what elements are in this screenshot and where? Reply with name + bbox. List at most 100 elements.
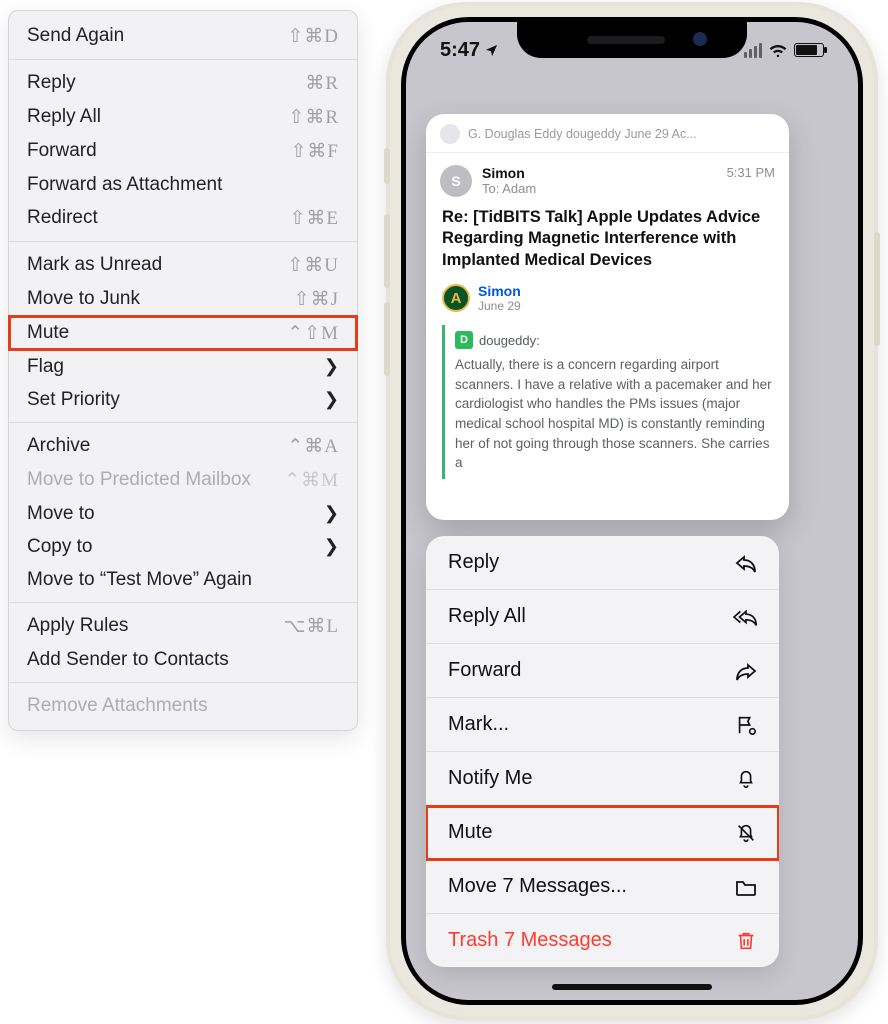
menu-item-move-to[interactable]: Move to ❯ xyxy=(9,497,357,530)
preview-header: S Simon To: Adam 5:31 PM xyxy=(426,153,789,205)
bezel: 5:47 G. Douglas Eddy dougeddy June 29 Ac… xyxy=(401,17,863,1005)
sheet-item-move[interactable]: Move 7 Messages... xyxy=(426,860,779,914)
sheet-item-forward[interactable]: Forward xyxy=(426,644,779,698)
menu-label: Set Priority xyxy=(27,389,120,411)
menu-shortcut: ⌘R xyxy=(305,72,339,95)
menu-shortcut: ⌃⌘A xyxy=(287,435,339,458)
forward-icon xyxy=(733,661,759,681)
wifi-icon xyxy=(768,43,788,58)
menu-shortcut: ⇧⌘E xyxy=(289,207,339,230)
to-label: To: xyxy=(482,181,499,196)
menu-item-move-junk[interactable]: Move to Junk ⇧⌘J xyxy=(9,282,357,316)
menu-separator xyxy=(9,422,357,423)
quote-body: Actually, there is a concern regarding a… xyxy=(455,355,773,472)
power-button xyxy=(874,232,880,346)
status-bar: 5:47 xyxy=(406,30,858,70)
bell-off-icon xyxy=(733,822,759,844)
message-time: 5:31 PM xyxy=(727,165,775,197)
mac-context-menu: Send Again ⇧⌘D Reply ⌘R Reply All ⇧⌘R Fo… xyxy=(8,10,358,731)
preview-top-line: G. Douglas Eddy dougeddy June 29 Ac... xyxy=(468,127,697,141)
menu-separator xyxy=(9,241,357,242)
status-time: 5:47 xyxy=(440,39,480,62)
menu-item-mute[interactable]: Mute ⌃⇧M xyxy=(9,316,357,350)
menu-shortcut: ⇧⌘D xyxy=(287,25,339,48)
menu-shortcut: ⌃⌘M xyxy=(284,469,339,492)
reply-all-icon xyxy=(733,607,759,627)
quote-author: dougeddy: xyxy=(479,333,540,348)
menu-label: Reply xyxy=(27,72,76,94)
sheet-label: Forward xyxy=(448,659,521,682)
sheet-item-mute[interactable]: Mute xyxy=(426,806,779,860)
menu-label: Move to Junk xyxy=(27,288,140,310)
sender-avatar: S xyxy=(440,165,472,197)
menu-item-apply-rules[interactable]: Apply Rules ⌥⌘L xyxy=(9,609,357,643)
sheet-item-trash[interactable]: Trash 7 Messages xyxy=(426,914,779,967)
menu-item-reply-all[interactable]: Reply All ⇧⌘R xyxy=(9,100,357,134)
iphone-device: 5:47 G. Douglas Eddy dougeddy June 29 Ac… xyxy=(386,2,878,1020)
sheet-label: Mute xyxy=(448,821,492,844)
sheet-item-reply-all[interactable]: Reply All xyxy=(426,590,779,644)
reply-icon xyxy=(733,553,759,573)
quote-block: D dougeddy: Actually, there is a concern… xyxy=(442,325,773,478)
chevron-right-icon: ❯ xyxy=(324,389,339,410)
battery-icon xyxy=(794,43,824,57)
menu-separator xyxy=(9,602,357,603)
sheet-label: Reply All xyxy=(448,605,526,628)
menu-item-mark-unread[interactable]: Mark as Unread ⇧⌘U xyxy=(9,248,357,282)
menu-item-move-predicted: Move to Predicted Mailbox ⌃⌘M xyxy=(9,463,357,497)
sender-name: Simon xyxy=(482,165,717,181)
menu-label: Add Sender to Contacts xyxy=(27,649,229,671)
menu-label: Archive xyxy=(27,435,90,457)
message-preview[interactable]: G. Douglas Eddy dougeddy June 29 Ac... S… xyxy=(426,114,789,520)
menu-item-move-again[interactable]: Move to “Test Move” Again xyxy=(9,563,357,596)
phone-screen: 5:47 G. Douglas Eddy dougeddy June 29 Ac… xyxy=(406,22,858,1000)
sheet-label: Notify Me xyxy=(448,767,532,790)
sheet-item-mark[interactable]: Mark... xyxy=(426,698,779,752)
menu-item-copy-to[interactable]: Copy to ❯ xyxy=(9,530,357,563)
menu-item-forward[interactable]: Forward ⇧⌘F xyxy=(9,134,357,168)
menu-item-flag[interactable]: Flag ❯ xyxy=(9,350,357,383)
menu-label: Mark as Unread xyxy=(27,254,162,276)
inline-author-name: Simon xyxy=(478,283,521,299)
to-name: Adam xyxy=(502,181,536,196)
menu-item-reply[interactable]: Reply ⌘R xyxy=(9,66,357,100)
menu-label: Reply All xyxy=(27,106,101,128)
folder-icon xyxy=(733,877,759,897)
menu-shortcut: ⇧⌘J xyxy=(294,288,339,311)
menu-item-forward-attachment[interactable]: Forward as Attachment xyxy=(9,168,357,201)
menu-item-send-again[interactable]: Send Again ⇧⌘D xyxy=(9,19,357,53)
volume-up-button xyxy=(384,214,390,288)
menu-item-add-contacts[interactable]: Add Sender to Contacts xyxy=(9,643,357,676)
menu-label: Flag xyxy=(27,356,64,378)
menu-item-archive[interactable]: Archive ⌃⌘A xyxy=(9,429,357,463)
author-badge-icon: A xyxy=(442,284,470,312)
menu-item-remove-attachments: Remove Attachments xyxy=(9,689,357,722)
menu-label: Copy to xyxy=(27,536,92,558)
menu-item-redirect[interactable]: Redirect ⇧⌘E xyxy=(9,201,357,235)
sheet-label: Reply xyxy=(448,551,499,574)
sheet-label: Mark... xyxy=(448,713,509,736)
menu-label: Redirect xyxy=(27,207,98,229)
message-subject: Re: [TidBITS Talk] Apple Updates Advice … xyxy=(426,205,789,283)
home-indicator[interactable] xyxy=(552,984,712,990)
location-arrow-icon xyxy=(484,43,499,58)
menu-shortcut: ⌥⌘L xyxy=(283,615,339,638)
preview-thread-header: G. Douglas Eddy dougeddy June 29 Ac... xyxy=(426,114,789,153)
menu-shortcut: ⇧⌘R xyxy=(288,106,339,129)
sheet-item-notify[interactable]: Notify Me xyxy=(426,752,779,806)
volume-down-button xyxy=(384,302,390,376)
chevron-right-icon: ❯ xyxy=(324,356,339,377)
inline-author-date: June 29 xyxy=(478,299,521,313)
menu-label: Forward xyxy=(27,140,97,162)
cellular-signal-icon xyxy=(744,43,762,58)
menu-label: Forward as Attachment xyxy=(27,174,222,196)
menu-item-set-priority[interactable]: Set Priority ❯ xyxy=(9,383,357,416)
menu-label: Move to “Test Move” Again xyxy=(27,569,252,591)
sheet-item-reply[interactable]: Reply xyxy=(426,536,779,590)
sheet-label: Move 7 Messages... xyxy=(448,875,627,898)
trash-icon xyxy=(733,930,759,952)
menu-label: Send Again xyxy=(27,25,124,47)
bell-icon xyxy=(733,768,759,790)
menu-label: Remove Attachments xyxy=(27,695,208,717)
menu-shortcut: ⇧⌘F xyxy=(291,140,340,163)
